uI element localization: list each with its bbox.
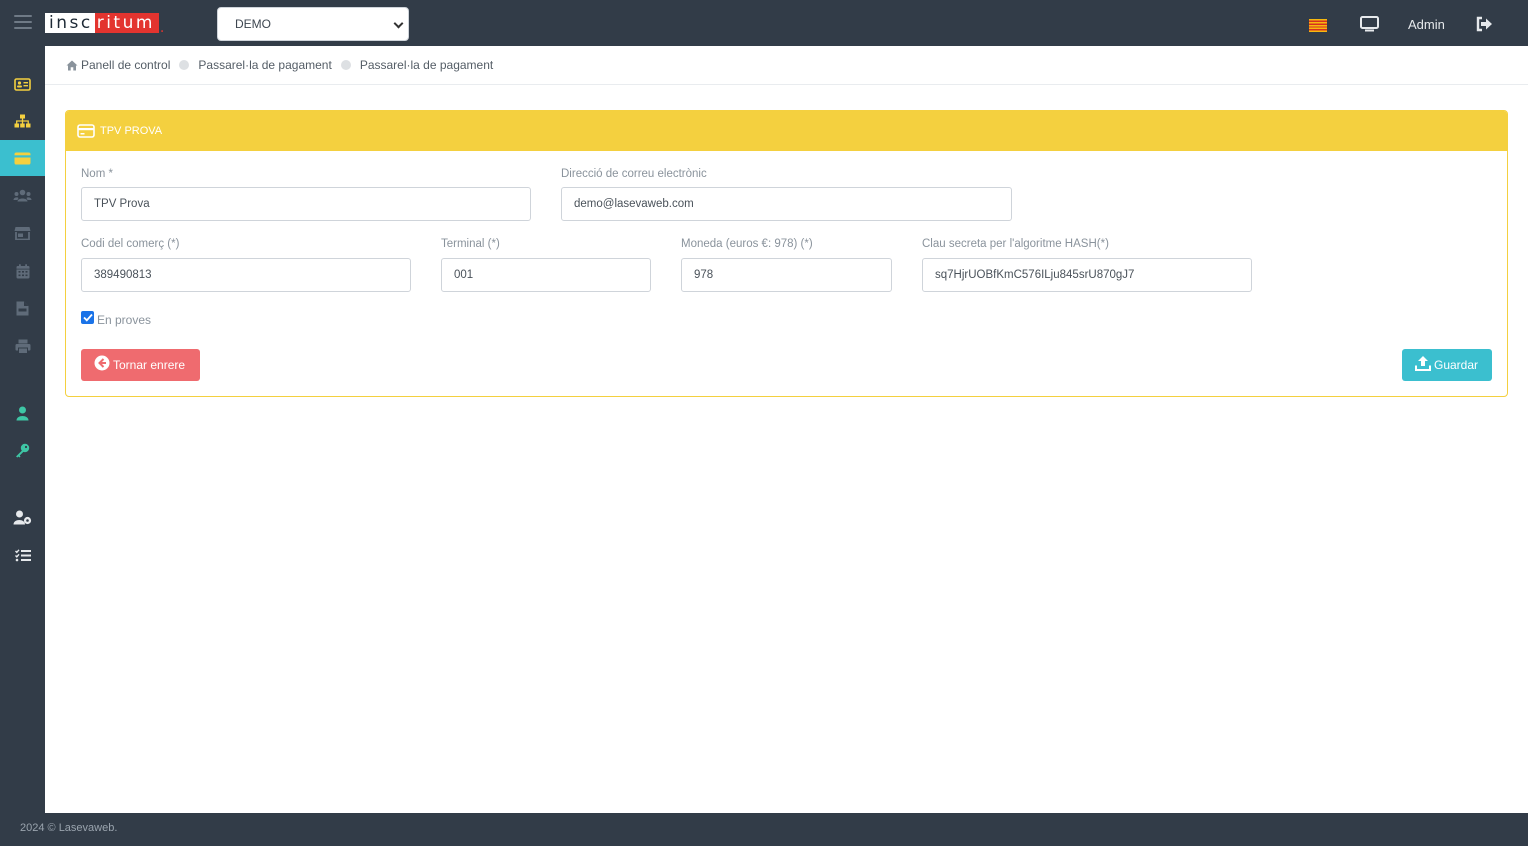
inscritum-logo[interactable]: insc ritum .: [45, 13, 167, 36]
card-header: TPV PROVA: [66, 111, 1507, 151]
calendar-icon: [16, 263, 29, 278]
menu-toggle-icon[interactable]: [14, 15, 32, 29]
merchant-code-label: Codi del comerç (*): [81, 238, 180, 250]
breadcrumb-payment-gateway[interactable]: Passarel·la de pagament: [198, 58, 331, 72]
back-button-label: Tornar enrere: [113, 358, 186, 372]
card-title: TPV PROVA: [100, 125, 163, 137]
breadcrumb: Panell de control Passarel·la de pagamen…: [45, 46, 1528, 85]
name-label: Nom *: [81, 168, 113, 180]
sidebar-item-invoices[interactable]: [0, 290, 45, 326]
sidebar-item-user-settings[interactable]: [0, 499, 45, 535]
currency-label: Moneda (euros €: 978) (*): [681, 238, 813, 250]
breadcrumb-separator: [340, 60, 351, 70]
organization-select[interactable]: DEMO: [217, 7, 409, 41]
email-label: Direcció de correu electrònic: [561, 168, 707, 180]
id-card-icon: [14, 77, 31, 91]
sidebar-item-payment-gateway[interactable]: [0, 140, 45, 176]
checkmark-icon: [82, 313, 93, 322]
logo-dot: .: [159, 20, 167, 36]
secret-key-field[interactable]: sq7HjrUOBfKmC576ILju845srU870gJ7: [922, 258, 1252, 292]
home-icon: [66, 60, 78, 70]
breadcrumb-home[interactable]: Panell de control: [66, 58, 170, 72]
breadcrumb-home-label: Panell de control: [81, 58, 171, 72]
merchant-code-field[interactable]: 389490813: [81, 258, 411, 292]
user-icon: [16, 406, 29, 420]
tasks-icon: [14, 548, 31, 561]
store-icon: [14, 227, 31, 240]
user-cog-icon: [13, 510, 32, 524]
credit-card-icon: [77, 124, 95, 138]
sidebar-item-password[interactable]: [0, 432, 45, 468]
sidebar: [0, 46, 45, 813]
save-button[interactable]: Guardar: [1402, 349, 1492, 381]
breadcrumb-level1-label: Passarel·la de pagament: [198, 58, 332, 72]
printer-icon: [15, 339, 30, 354]
terminal-label: Terminal (*): [441, 238, 500, 250]
email-field[interactable]: demo@lasevaweb.com: [561, 187, 1012, 221]
organization-select-value: DEMO: [235, 17, 271, 31]
logo-part-1: insc: [45, 13, 95, 33]
key-icon: [16, 443, 30, 457]
file-invoice-icon: [16, 301, 29, 315]
breadcrumb-current: Passarel·la de pagament: [360, 58, 493, 72]
breadcrumb-separator: [179, 60, 190, 70]
sidebar-item-groups[interactable]: [0, 177, 45, 213]
sitemap-icon: [14, 114, 31, 128]
terminal-field[interactable]: 001: [441, 258, 651, 292]
breadcrumb-level2-label: Passarel·la de pagament: [359, 58, 494, 72]
user-menu[interactable]: Admin: [1408, 17, 1445, 32]
sidebar-item-profile[interactable]: [0, 395, 45, 431]
back-button[interactable]: Tornar enrere: [81, 349, 200, 381]
sidebar-item-registrations[interactable]: [0, 66, 45, 102]
logout-icon[interactable]: [1476, 16, 1493, 32]
sidebar-item-structure[interactable]: [0, 103, 45, 139]
chevron-down-icon: [393, 18, 404, 29]
test-mode-checkbox[interactable]: [81, 311, 94, 324]
name-field[interactable]: TPV Prova: [81, 187, 531, 221]
top-navbar: insc ritum . DEMO Admin: [0, 0, 1528, 46]
sidebar-item-tasks[interactable]: [0, 537, 45, 573]
upload-icon: [1415, 356, 1431, 371]
payment-gateway-card: TPV PROVA: [65, 110, 1508, 397]
sidebar-item-print[interactable]: [0, 328, 45, 364]
credit-card-icon: [14, 152, 31, 164]
save-button-label: Guardar: [1434, 358, 1479, 372]
arrow-circle-left-icon: [94, 355, 110, 371]
logo-part-2: ritum: [94, 13, 159, 33]
test-mode-label: En proves: [97, 313, 152, 327]
footer: 2024 © Lasevaweb.: [0, 813, 1528, 846]
catalan-flag-icon[interactable]: [1309, 19, 1327, 32]
currency-field[interactable]: 978: [681, 258, 892, 292]
sidebar-item-calendar[interactable]: [0, 253, 45, 289]
monitor-icon[interactable]: [1360, 16, 1379, 32]
secret-key-label: Clau secreta per l'algoritme HASH(*): [922, 238, 1109, 250]
sidebar-item-store[interactable]: [0, 215, 45, 251]
footer-copyright: 2024 © Lasevaweb.: [20, 822, 118, 834]
users-icon: [13, 189, 32, 201]
